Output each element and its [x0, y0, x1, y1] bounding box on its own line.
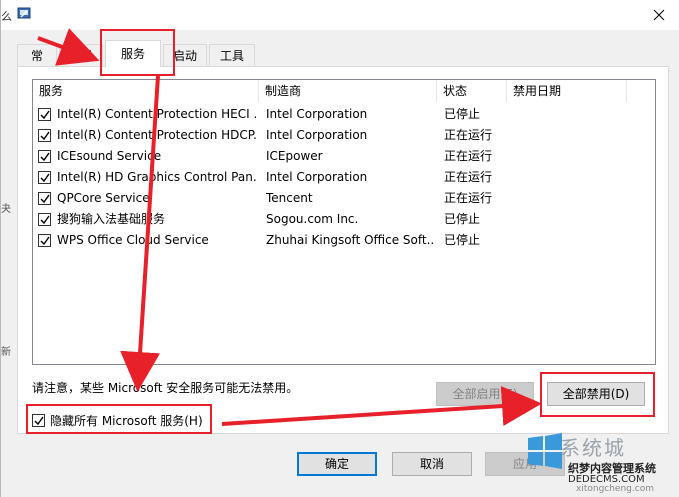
service-checkbox[interactable]	[38, 234, 51, 247]
security-services-note: 请注意，某些 Microsoft 安全服务可能无法禁用。	[32, 381, 299, 395]
service-disabled-date	[514, 209, 624, 230]
checkmark-icon	[40, 131, 50, 141]
close-button[interactable]	[637, 0, 679, 30]
watermark-line3: xitongcheng.com	[576, 484, 654, 494]
service-name: Intel(R) Content Protection HDCP...	[57, 128, 257, 142]
service-disabled-date	[514, 230, 624, 251]
table-row[interactable]: 搜狗输入法基础服务 Sogou.com Inc. 已停止	[33, 209, 655, 230]
service-status: 正在运行	[444, 149, 493, 163]
close-icon	[653, 9, 664, 21]
tab-general[interactable]: 常规	[17, 44, 57, 85]
service-name: QPCore Service	[57, 191, 150, 205]
services-panel: 服务 制造商 状态 禁用日期 Intel(R) Content Protecti…	[17, 66, 669, 434]
title-bar: 么	[1, 0, 679, 30]
table-row[interactable]: WPS Office Cloud Service Zhuhai Kingsoft…	[33, 230, 655, 251]
service-manufacturer: Intel Corporation	[266, 128, 368, 142]
service-manufacturer: Tencent	[266, 191, 313, 205]
service-disabled-date	[514, 167, 624, 188]
checkmark-icon	[40, 110, 50, 120]
service-name: 搜狗输入法基础服务	[57, 212, 166, 226]
service-manufacturer: Intel Corporation	[266, 107, 368, 121]
system-configuration-window: 么 夬 新 常规 引导 服务 启动 工具 服务 制造商 状态 禁	[0, 0, 679, 497]
service-disabled-date	[514, 125, 624, 146]
table-row[interactable]: Intel(R) Content Protection HDCP... Inte…	[33, 125, 655, 146]
services-list[interactable]: 服务 制造商 状态 禁用日期 Intel(R) Content Protecti…	[32, 79, 656, 365]
service-checkbox[interactable]	[38, 192, 51, 205]
table-row[interactable]: Intel(R) HD Graphics Control Pan... Inte…	[33, 167, 655, 188]
edge-char-1: 夬	[1, 204, 11, 215]
service-status: 正在运行	[444, 128, 493, 142]
service-name: Intel(R) Content Protection HECI ...	[57, 107, 257, 121]
service-status: 已停止	[444, 212, 481, 226]
checkmark-icon	[40, 173, 50, 183]
tab-tools[interactable]: 工具	[209, 44, 255, 66]
checkmark-icon	[40, 194, 50, 204]
checkmark-icon	[40, 152, 50, 162]
service-manufacturer: Intel Corporation	[266, 170, 368, 184]
service-checkbox[interactable]	[38, 129, 51, 142]
title-fragment: 么	[1, 10, 12, 23]
tab-services[interactable]: 服务	[105, 40, 161, 67]
service-status: 正在运行	[444, 170, 493, 184]
service-disabled-date	[514, 188, 624, 209]
service-disabled-date	[514, 104, 624, 125]
service-status: 正在运行	[444, 191, 493, 205]
service-manufacturer: Sogou.com Inc.	[266, 212, 359, 226]
cancel-button[interactable]: 取消	[392, 452, 472, 476]
service-status: 已停止	[444, 233, 481, 247]
list-header: 服务 制造商 状态 禁用日期	[33, 80, 655, 102]
checkmark-icon	[34, 416, 44, 426]
watermark-logo-text: 系统城	[560, 436, 626, 460]
table-row[interactable]: QPCore Service Tencent 正在运行	[33, 188, 655, 209]
service-name: ICEsound Service	[57, 149, 162, 163]
service-checkbox[interactable]	[38, 108, 51, 121]
enable-all-button[interactable]: 全部启用(E)	[436, 382, 534, 406]
service-checkbox[interactable]	[38, 150, 51, 163]
table-row[interactable]: ICEsound Service ICEpower 正在运行	[33, 146, 655, 167]
service-checkbox[interactable]	[38, 171, 51, 184]
table-row[interactable]: Intel(R) Content Protection HECI ... Int…	[33, 104, 655, 125]
disable-all-button[interactable]: 全部禁用(D)	[547, 382, 645, 406]
service-manufacturer: ICEpower	[266, 149, 323, 163]
service-manufacturer: Zhuhai Kingsoft Office Soft...	[266, 233, 434, 247]
tab-startup[interactable]: 启动	[163, 44, 207, 66]
column-header-service[interactable]: 服务	[33, 80, 259, 102]
site-watermark: 系统城 织梦内容管理系统 DEDECMS.COM xitongcheng.com	[520, 426, 679, 497]
tab-boot[interactable]: 引导	[59, 44, 103, 66]
checkmark-icon	[40, 236, 50, 246]
hide-ms-label: 隐藏所有 Microsoft 服务(H)	[50, 414, 203, 428]
column-header-status[interactable]: 状态	[437, 80, 507, 102]
checkmark-icon	[40, 215, 50, 225]
service-name: Intel(R) HD Graphics Control Pan...	[57, 170, 257, 184]
hide-ms-checkbox[interactable]	[32, 414, 45, 427]
column-header-disabled-date[interactable]: 禁用日期	[507, 80, 627, 102]
ok-button[interactable]: 确定	[297, 452, 377, 476]
service-status: 已停止	[444, 107, 481, 121]
edge-char-2: 新	[1, 347, 11, 358]
column-header-manufacturer[interactable]: 制造商	[259, 80, 437, 102]
service-name: WPS Office Cloud Service	[57, 233, 209, 247]
service-disabled-date	[514, 146, 624, 167]
service-checkbox[interactable]	[38, 213, 51, 226]
msconfig-app-icon	[17, 6, 31, 20]
